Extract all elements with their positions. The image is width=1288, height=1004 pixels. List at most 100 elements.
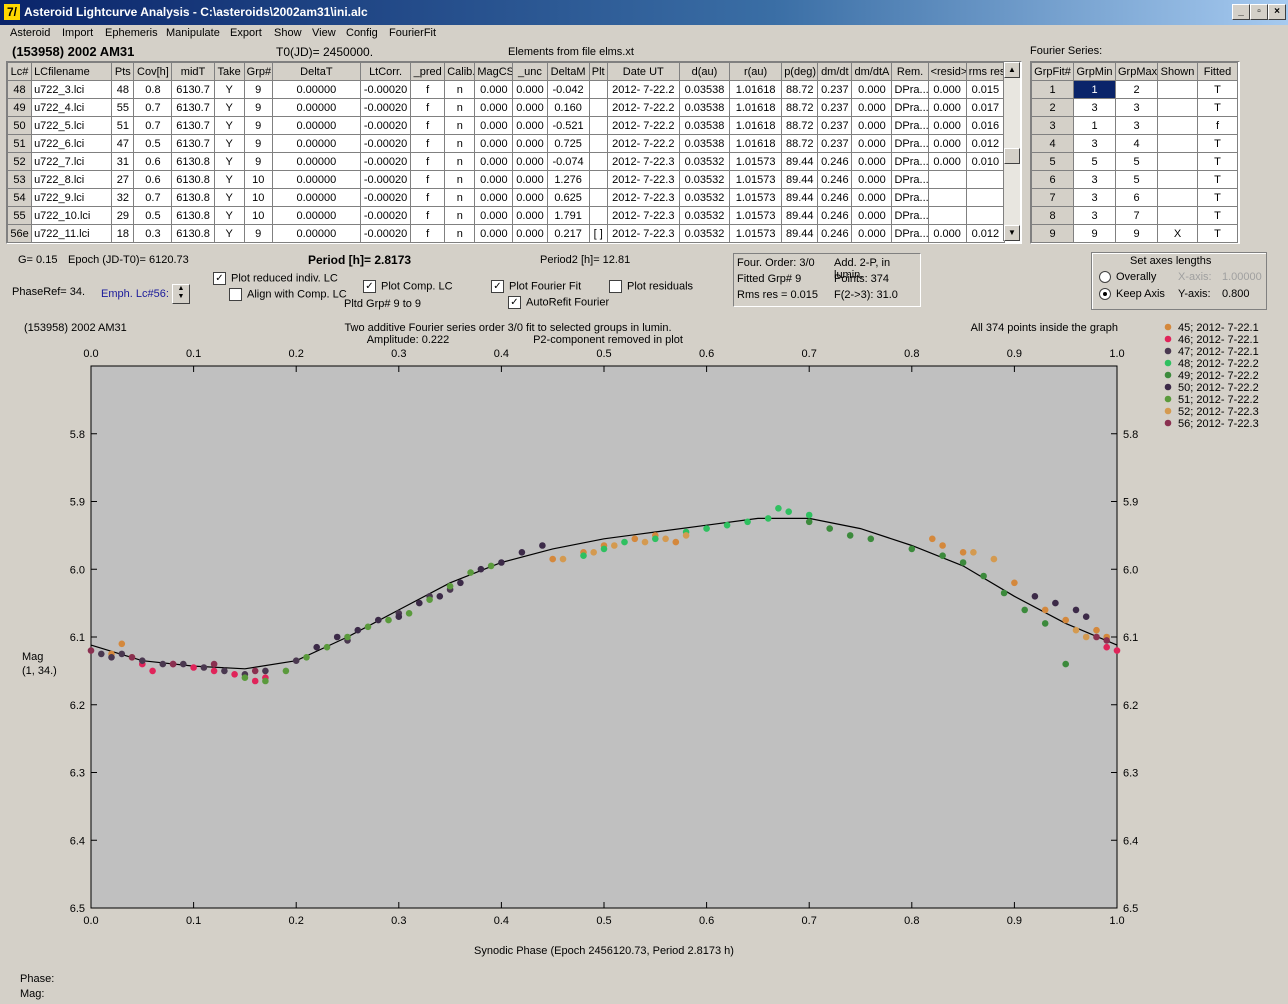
table-cell[interactable] bbox=[588, 206, 608, 225]
col-header[interactable]: Calib. bbox=[444, 62, 476, 81]
table-cell[interactable]: -0.00020 bbox=[359, 224, 412, 243]
table-cell[interactable]: 1.01618 bbox=[729, 98, 783, 117]
table-row[interactable]: 736 T bbox=[1031, 188, 1238, 207]
lightcurve-plot[interactable]: (153958) 2002 AM31 Two additive Fourier … bbox=[18, 314, 1268, 964]
row-header-cell[interactable]: 4 bbox=[1031, 134, 1074, 153]
table-cell[interactable]: 6130.8 bbox=[171, 206, 215, 225]
period2-label[interactable]: Period2 [h]= 12.81 bbox=[540, 254, 630, 266]
table-cell[interactable]: n bbox=[444, 134, 476, 153]
plot-reduced-checkbox[interactable]: ✓ Plot reduced indiv. LC bbox=[213, 272, 338, 285]
table-cell[interactable] bbox=[1157, 134, 1198, 153]
table-cell[interactable]: DPra... bbox=[891, 116, 929, 135]
y-axis-value[interactable]: 0.800 bbox=[1222, 288, 1250, 300]
table-cell[interactable]: u722_10.lci bbox=[31, 206, 113, 225]
menu-import[interactable]: Import bbox=[62, 27, 93, 39]
table-cell[interactable]: 18 bbox=[111, 224, 135, 243]
table-cell[interactable] bbox=[927, 206, 967, 225]
table-cell[interactable]: 0.725 bbox=[546, 134, 590, 153]
table-cell[interactable]: 2012- 7-22.3 bbox=[606, 152, 680, 171]
table-cell[interactable] bbox=[588, 98, 608, 117]
table-cell[interactable]: 0.000 bbox=[512, 98, 548, 117]
table-cell[interactable]: 0.246 bbox=[817, 206, 853, 225]
table-cell[interactable]: 2012- 7-22.2 bbox=[606, 98, 680, 117]
table-cell[interactable]: 0.000 bbox=[474, 170, 514, 189]
table-cell[interactable]: 6 bbox=[1115, 188, 1158, 207]
table-cell[interactable] bbox=[1157, 80, 1198, 99]
align-comp-checkbox[interactable]: Align with Comp. LC bbox=[229, 288, 347, 301]
table-cell[interactable]: 0.017 bbox=[965, 98, 1006, 117]
table-cell[interactable]: 6130.8 bbox=[171, 170, 215, 189]
table-cell[interactable]: 51 bbox=[111, 116, 135, 135]
table-cell[interactable]: 88.72 bbox=[781, 98, 819, 117]
table-cell[interactable]: DPra... bbox=[891, 206, 929, 225]
table-cell[interactable]: 1 bbox=[1073, 116, 1116, 135]
table-cell[interactable]: 0.00000 bbox=[271, 116, 362, 135]
table-cell[interactable]: 0.5 bbox=[133, 134, 173, 153]
table-cell[interactable]: 0.03532 bbox=[678, 152, 731, 171]
col-header[interactable]: GrpMax bbox=[1115, 62, 1158, 81]
row-header-cell[interactable]: 2 bbox=[1031, 98, 1074, 117]
col-header[interactable]: Lc# bbox=[7, 62, 33, 81]
table-cell[interactable]: DPra... bbox=[891, 152, 929, 171]
table-cell[interactable]: f bbox=[1197, 116, 1238, 135]
table-cell[interactable]: f bbox=[410, 80, 446, 99]
col-header[interactable]: Shown bbox=[1157, 62, 1198, 81]
table-cell[interactable]: 0.03532 bbox=[678, 188, 731, 207]
table-cell[interactable]: 0.015 bbox=[965, 80, 1006, 99]
col-header[interactable]: Plt bbox=[588, 62, 608, 81]
col-header[interactable]: Pts bbox=[111, 62, 135, 81]
table-cell[interactable]: 89.44 bbox=[781, 170, 819, 189]
table-cell[interactable]: 0.000 bbox=[474, 80, 514, 99]
table-cell[interactable]: 1.01573 bbox=[729, 224, 783, 243]
table-cell[interactable]: -0.00020 bbox=[359, 170, 412, 189]
table-cell[interactable]: 0.00000 bbox=[271, 206, 362, 225]
table-cell[interactable]: -0.042 bbox=[546, 80, 590, 99]
table-cell[interactable]: 0.000 bbox=[512, 152, 548, 171]
row-header-cell[interactable]: 53 bbox=[7, 170, 33, 189]
table-cell[interactable]: 88.72 bbox=[781, 134, 819, 153]
table-cell[interactable]: 0.000 bbox=[927, 224, 967, 243]
table-cell[interactable]: 6130.7 bbox=[171, 80, 215, 99]
table-cell[interactable]: 29 bbox=[111, 206, 135, 225]
radio-icon[interactable] bbox=[1099, 288, 1111, 301]
table-cell[interactable]: 0.625 bbox=[546, 188, 590, 207]
table-cell[interactable]: f bbox=[410, 98, 446, 117]
x-axis-value[interactable]: 1.00000 bbox=[1222, 271, 1262, 283]
table-cell[interactable]: 9 bbox=[243, 134, 273, 153]
table-cell[interactable]: 6130.7 bbox=[171, 134, 215, 153]
table-cell[interactable] bbox=[588, 188, 608, 207]
table-cell[interactable]: f bbox=[410, 206, 446, 225]
table-cell[interactable]: 0.010 bbox=[965, 152, 1006, 171]
keep-axis-radio[interactable]: Keep Axis bbox=[1099, 288, 1165, 301]
table-cell[interactable]: -0.00020 bbox=[359, 152, 412, 171]
table-cell[interactable]: f bbox=[410, 170, 446, 189]
table-row[interactable]: 55 u722_10.lci 29 0.5 6130.8 Y 10 0.00000 -0.000… bbox=[7, 206, 1006, 225]
col-header[interactable]: _unc bbox=[512, 62, 548, 81]
menu-ephemeris[interactable]: Ephemeris bbox=[105, 27, 158, 39]
table-cell[interactable]: 9 bbox=[243, 98, 273, 117]
plot-residuals-checkbox[interactable]: Plot residuals bbox=[609, 280, 693, 293]
row-header-cell[interactable]: 52 bbox=[7, 152, 33, 171]
table-cell[interactable]: 0.012 bbox=[965, 224, 1006, 243]
table-cell[interactable]: 0.000 bbox=[474, 116, 514, 135]
checkbox-icon[interactable]: ✓ bbox=[363, 280, 376, 293]
table-cell[interactable]: 0.03538 bbox=[678, 116, 731, 135]
emph-spin-button[interactable]: ▲ ▼ bbox=[172, 284, 190, 304]
table-cell[interactable]: -0.00020 bbox=[359, 206, 412, 225]
table-cell[interactable]: 0.000 bbox=[851, 134, 893, 153]
table-cell[interactable]: 2012- 7-22.3 bbox=[606, 188, 680, 207]
table-cell[interactable]: 0.000 bbox=[851, 116, 893, 135]
table-cell[interactable]: 0.246 bbox=[817, 152, 853, 171]
table-cell[interactable]: 2012- 7-22.3 bbox=[606, 170, 680, 189]
row-header-cell[interactable]: 56e bbox=[7, 224, 33, 243]
table-cell[interactable]: 48 bbox=[111, 80, 135, 99]
table-cell[interactable]: 10 bbox=[243, 188, 273, 207]
table-cell[interactable]: 6130.8 bbox=[171, 224, 215, 243]
menu-manipulate[interactable]: Manipulate bbox=[166, 27, 220, 39]
table-cell[interactable]: 1 bbox=[1073, 80, 1116, 99]
table-cell[interactable]: 0.000 bbox=[851, 152, 893, 171]
table-cell[interactable]: DPra... bbox=[891, 134, 929, 153]
table-cell[interactable]: 0.237 bbox=[817, 116, 853, 135]
checkbox-icon[interactable]: ✓ bbox=[213, 272, 226, 285]
table-cell[interactable]: 47 bbox=[111, 134, 135, 153]
